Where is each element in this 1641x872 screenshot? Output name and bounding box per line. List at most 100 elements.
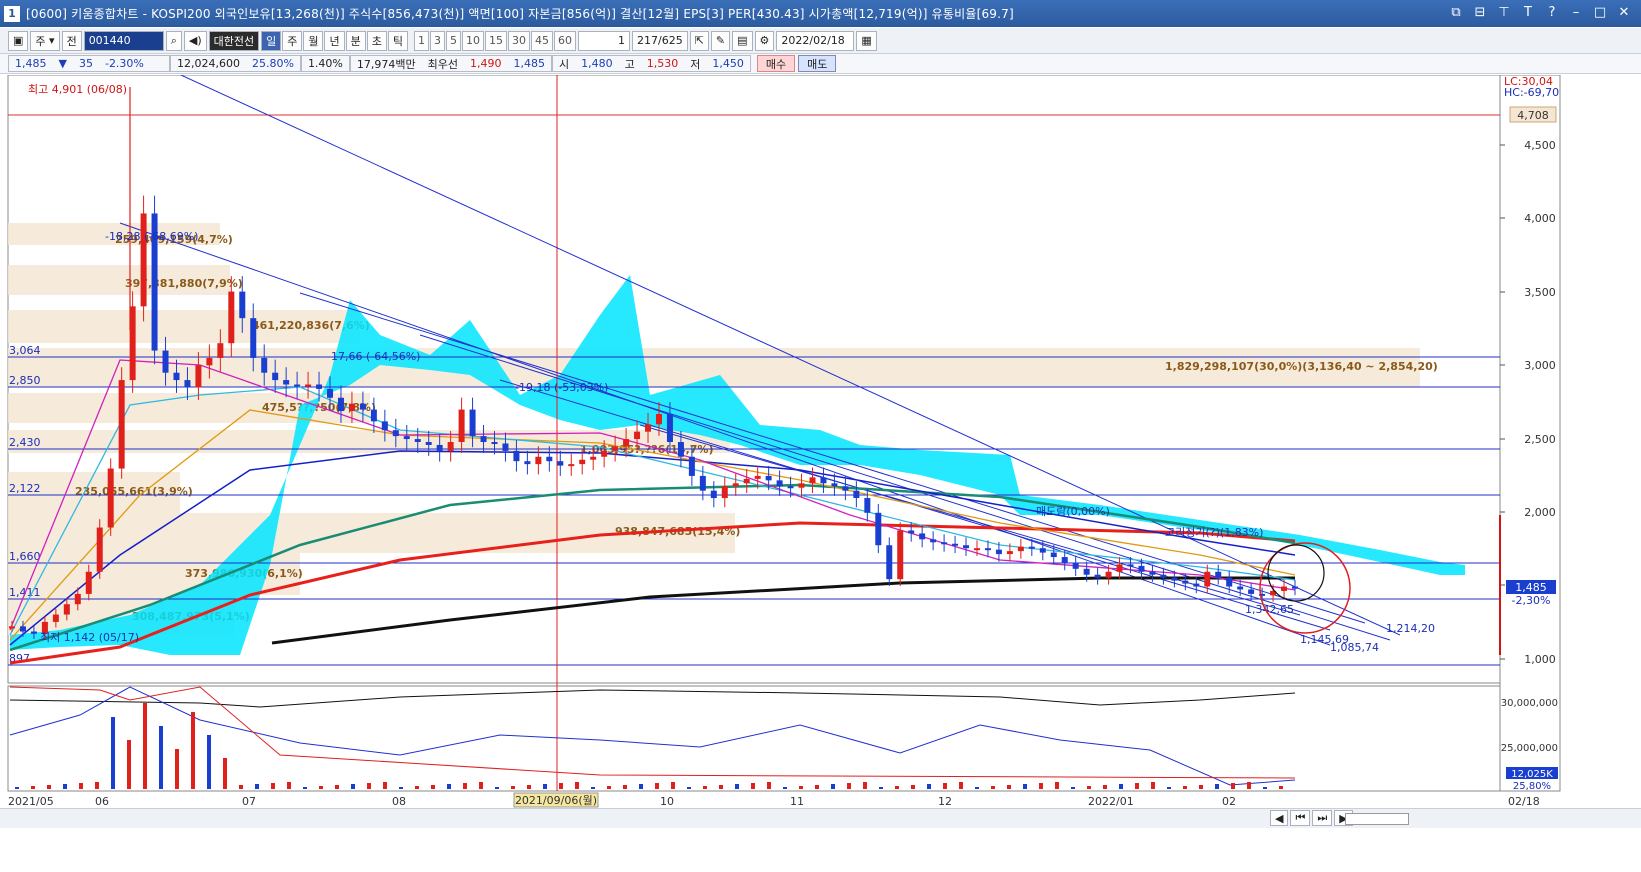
candle-body bbox=[74, 593, 81, 605]
volume-bar bbox=[383, 782, 387, 789]
price-tick-label: 3,000 bbox=[1524, 359, 1556, 372]
text-icon[interactable]: T bbox=[1519, 4, 1537, 22]
candle-body bbox=[9, 626, 15, 629]
candle-body bbox=[1138, 565, 1145, 572]
nav-button-2[interactable]: ⏭ bbox=[1312, 810, 1333, 826]
candle-body bbox=[787, 486, 794, 489]
nav-button-0[interactable]: ◀ bbox=[1270, 810, 1289, 826]
period-tab-1[interactable]: 주 bbox=[282, 30, 303, 51]
search-icon[interactable]: ⌕ bbox=[165, 30, 182, 51]
x-tick-label: 2021/05 bbox=[8, 795, 54, 808]
price-tick-label: 2,500 bbox=[1524, 433, 1556, 446]
help-icon[interactable]: ? bbox=[1543, 4, 1561, 22]
interval-tab-30[interactable]: 30 bbox=[507, 30, 530, 51]
save-icon[interactable]: ▤ bbox=[732, 30, 753, 51]
volume-bar bbox=[831, 784, 835, 789]
interval-tab-15[interactable]: 15 bbox=[484, 30, 507, 51]
candle-body bbox=[820, 477, 827, 484]
candle-body bbox=[392, 430, 399, 437]
candle-body bbox=[1182, 580, 1189, 584]
interval-tab-10[interactable]: 10 bbox=[461, 30, 484, 51]
sell-button[interactable]: 매도 bbox=[798, 55, 837, 72]
stock-code-input[interactable]: 001440 bbox=[83, 30, 164, 51]
candle-body bbox=[1226, 577, 1233, 587]
candle-body bbox=[1105, 571, 1112, 578]
pin-icon[interactable]: ⊤ bbox=[1495, 4, 1513, 22]
volume-bar bbox=[639, 784, 643, 789]
date-field[interactable]: 2022/02/18 bbox=[776, 30, 855, 51]
volume-bar bbox=[975, 787, 979, 789]
gear-icon[interactable]: ⚙ bbox=[754, 30, 775, 51]
volume-bar bbox=[671, 782, 675, 789]
calendar-icon[interactable]: ▦ bbox=[856, 30, 877, 51]
candle-body bbox=[798, 483, 805, 488]
volume-bar bbox=[959, 782, 963, 789]
interval-tab-3[interactable]: 3 bbox=[429, 30, 445, 51]
interval-tab-5[interactable]: 5 bbox=[445, 30, 461, 51]
minimize-icon[interactable]: – bbox=[1567, 4, 1585, 22]
volume-bar bbox=[1199, 785, 1203, 789]
volume-bar bbox=[191, 712, 195, 789]
count-field[interactable]: 217/625 bbox=[631, 30, 688, 51]
period-select[interactable]: 주 ▾ bbox=[30, 30, 60, 51]
nav-button-1[interactable]: ⏮ bbox=[1290, 810, 1311, 826]
candle-body bbox=[579, 459, 586, 465]
period-tab-5[interactable]: 초 bbox=[366, 30, 387, 51]
interval-tab-60[interactable]: 60 bbox=[553, 30, 576, 51]
price-tick-label: 3,500 bbox=[1524, 286, 1556, 299]
period-tab-0[interactable]: 일 bbox=[261, 30, 282, 51]
candle-body bbox=[107, 468, 114, 528]
period-tab-2[interactable]: 월 bbox=[303, 30, 324, 51]
volume-bar bbox=[863, 782, 867, 789]
price-chart[interactable]: 259,409,159(4,7%)397,381,880(7,9%)461,22… bbox=[0, 75, 1641, 808]
x-tick-label: 02 bbox=[1222, 795, 1236, 808]
copy-icon[interactable]: ⊟ bbox=[1471, 4, 1489, 22]
candle-body bbox=[370, 409, 377, 422]
candle-body bbox=[666, 413, 673, 443]
x-tick-label: 02/18 bbox=[1508, 795, 1540, 808]
candle-body bbox=[272, 372, 279, 381]
chart-annotation: -19,18 (-53,03%) bbox=[515, 381, 608, 394]
candle-body bbox=[1204, 571, 1211, 587]
candle-body bbox=[436, 444, 443, 451]
candle-body bbox=[557, 461, 564, 466]
candle-body bbox=[612, 446, 619, 451]
volume-tick-label: 30,000,000 bbox=[1501, 698, 1558, 709]
speaker-icon[interactable]: ◀) bbox=[183, 30, 207, 51]
candle-body bbox=[809, 477, 816, 484]
interval-tab-45[interactable]: 45 bbox=[530, 30, 553, 51]
open-label: 시 bbox=[559, 57, 570, 71]
scroll-thumb[interactable] bbox=[1345, 813, 1409, 825]
period-tab-4[interactable]: 분 bbox=[345, 30, 366, 51]
interval-tab-1[interactable]: 1 bbox=[413, 30, 429, 51]
candle-body bbox=[63, 604, 70, 615]
buy-button[interactable]: 매수 bbox=[756, 55, 796, 72]
chart-annotation: -18,28 (-68,69%) bbox=[105, 230, 198, 243]
candle-body bbox=[283, 380, 290, 385]
volume-bar bbox=[31, 786, 35, 789]
volume-bar bbox=[463, 783, 467, 789]
close-icon[interactable]: ✕ bbox=[1615, 4, 1633, 22]
interval-input[interactable]: 1 bbox=[577, 30, 630, 51]
candle-body bbox=[403, 436, 410, 440]
maximize-icon[interactable]: □ bbox=[1591, 4, 1609, 22]
candle-body bbox=[19, 626, 26, 632]
candle-body bbox=[721, 486, 728, 499]
level-label: 2,430 bbox=[9, 436, 41, 449]
layout-icon[interactable]: ▣ bbox=[8, 30, 29, 51]
candle-body bbox=[875, 512, 882, 546]
candle-body bbox=[634, 431, 641, 440]
period-tab-3[interactable]: 년 bbox=[324, 30, 345, 51]
current-pct-axis: -2,30% bbox=[1512, 594, 1551, 607]
volume-bar bbox=[607, 786, 611, 789]
volume-current: 12,025K bbox=[1511, 769, 1553, 780]
candle-body bbox=[601, 450, 608, 457]
period-tab-6[interactable]: 틱 bbox=[387, 30, 408, 51]
draw-icon[interactable]: ✎ bbox=[710, 30, 731, 51]
candle-body bbox=[381, 421, 388, 431]
link-icon[interactable]: ⧉ bbox=[1447, 4, 1465, 22]
price-tick-label: 1,000 bbox=[1524, 653, 1556, 666]
jeon-button[interactable]: 전 bbox=[61, 30, 82, 51]
fit-icon[interactable]: ⇱ bbox=[689, 30, 709, 51]
candle-body bbox=[930, 539, 937, 543]
